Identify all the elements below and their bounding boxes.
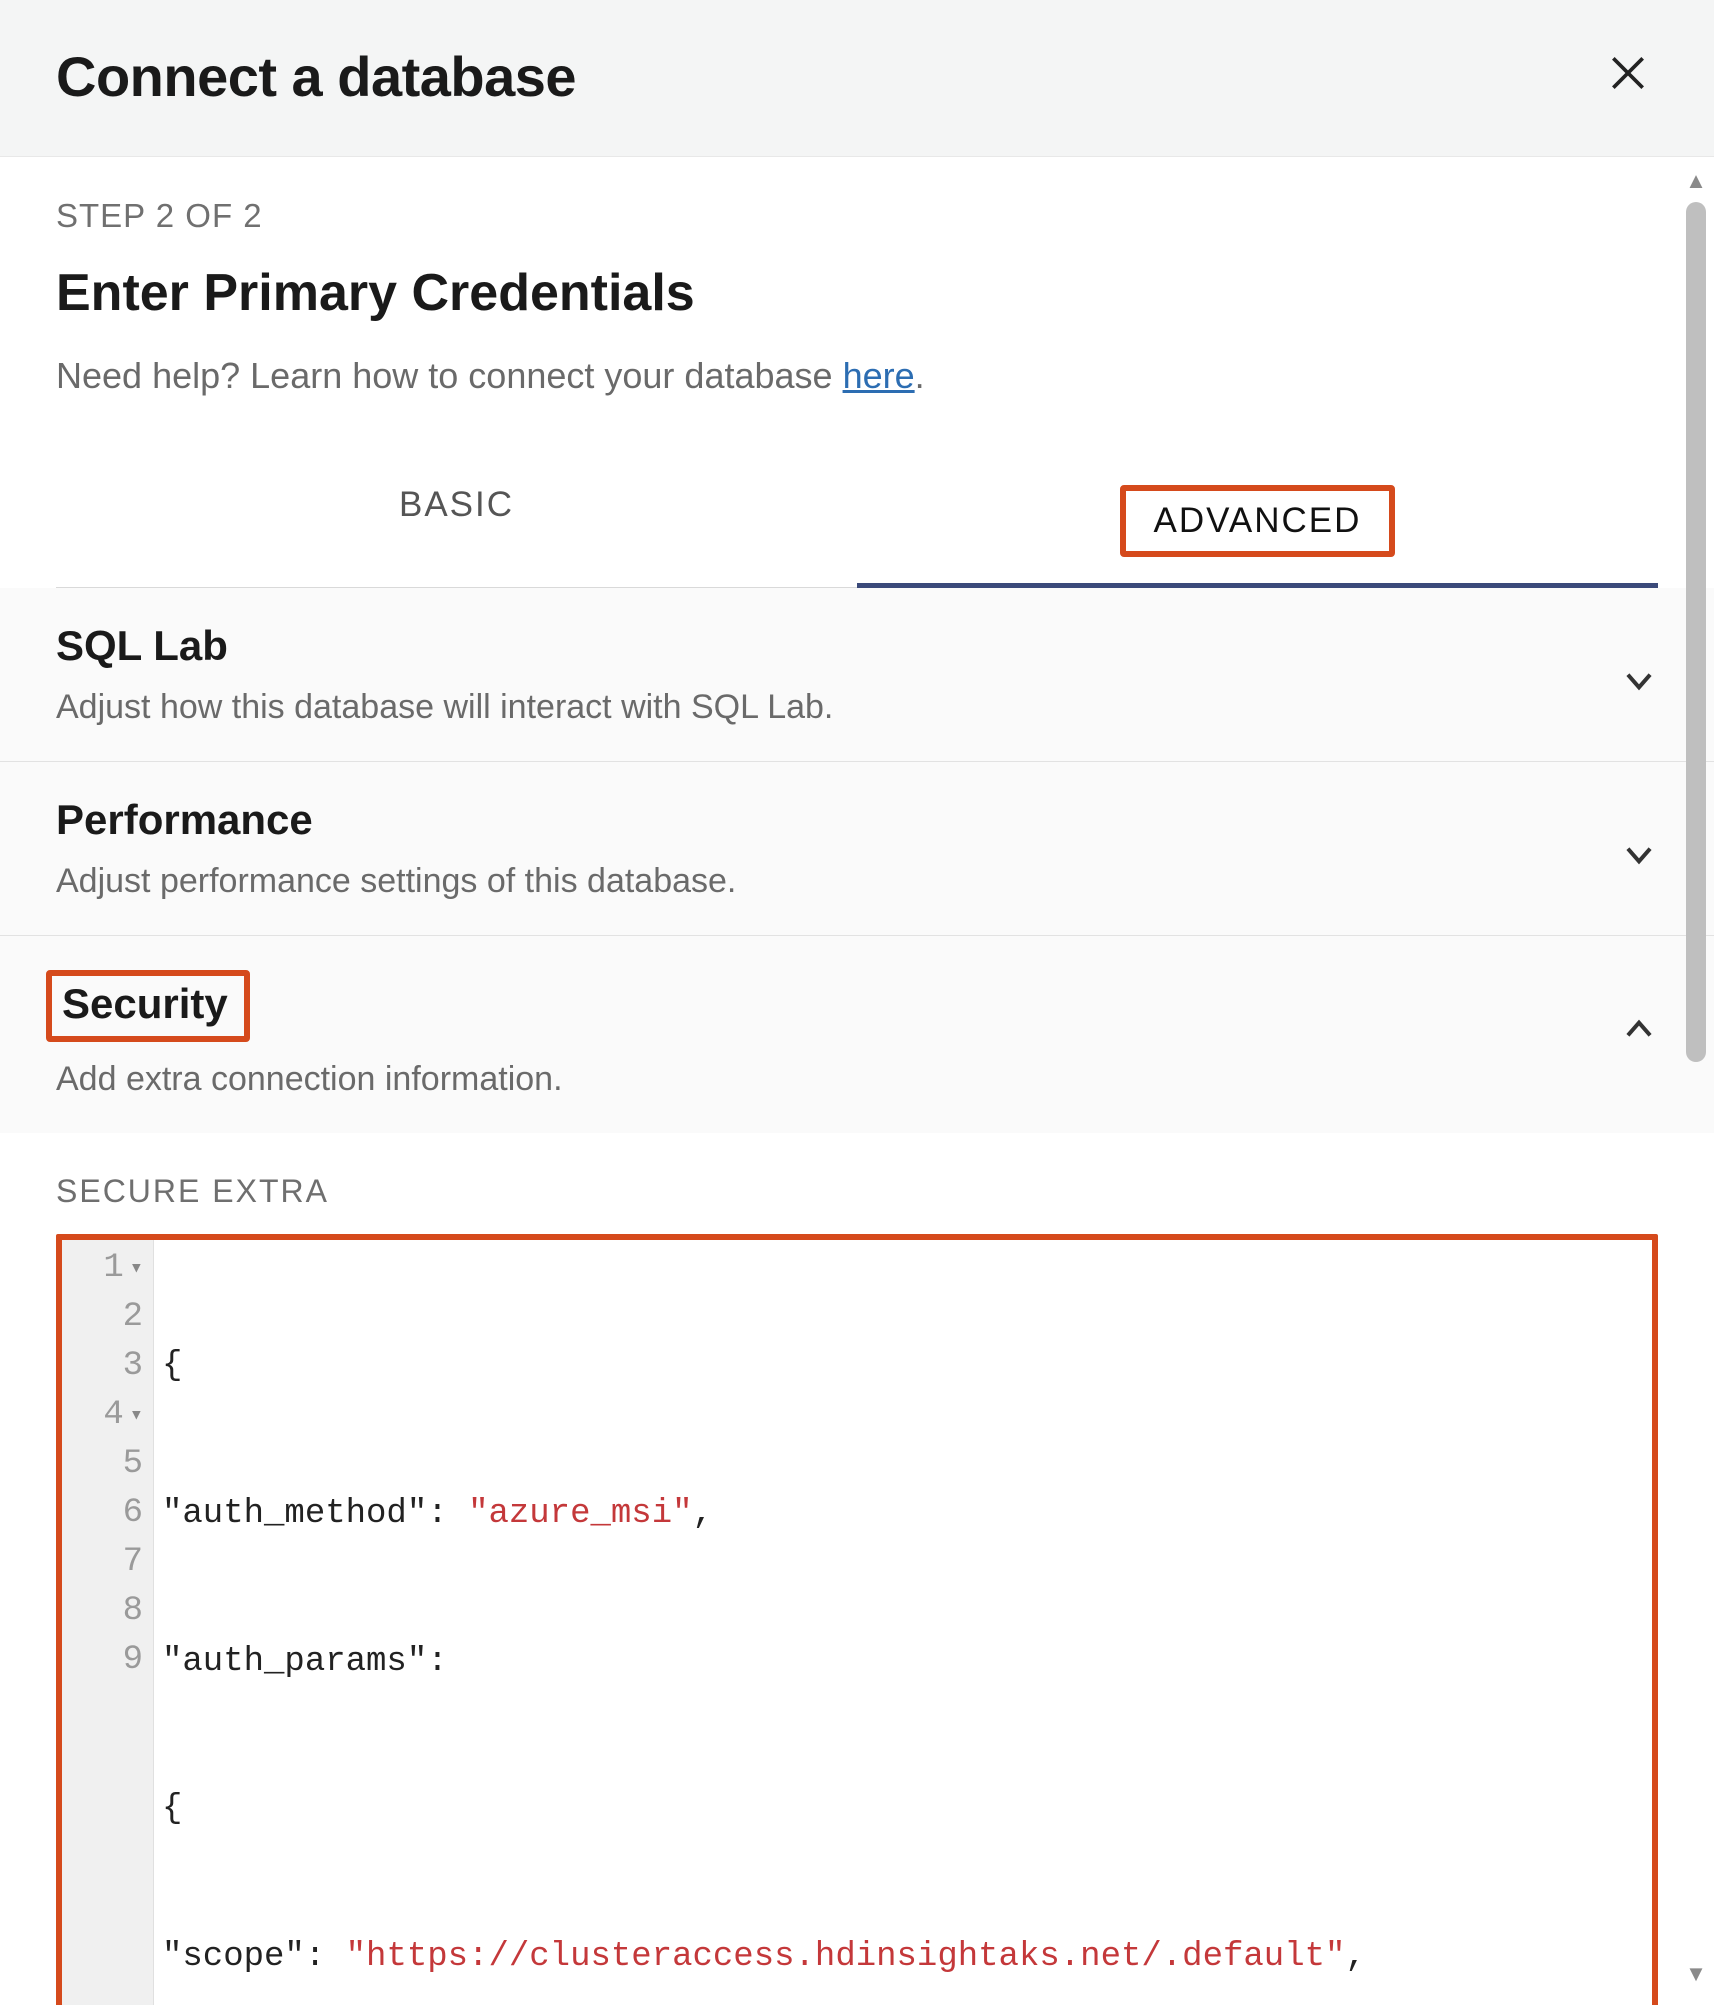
secure-extra-label: SECURE EXTRA xyxy=(56,1173,1658,1210)
scrollbar-thumb[interactable] xyxy=(1686,202,1706,1062)
gutter-6: 6 xyxy=(123,1489,143,1538)
accordion-sql-lab-title: SQL Lab xyxy=(56,622,833,670)
chevron-up-icon xyxy=(1620,1010,1658,1053)
tab-advanced-label: ADVANCED xyxy=(1120,485,1396,557)
tab-basic[interactable]: BASIC xyxy=(56,457,857,587)
gutter-3: 3 xyxy=(123,1342,143,1391)
code-l5-val: "https://clusteraccess.hdinsightaks.net/… xyxy=(346,1933,1346,1982)
modal-content: STEP 2 OF 2 Enter Primary Credentials Ne… xyxy=(0,157,1714,2005)
gutter-4: 4 xyxy=(103,1391,123,1440)
connect-database-modal: Connect a database STEP 2 OF 2 Enter Pri… xyxy=(0,0,1714,2005)
gutter-8: 8 xyxy=(123,1587,143,1636)
code-l3-key: "auth_params" xyxy=(162,1638,427,1687)
tabs: BASIC ADVANCED xyxy=(56,457,1658,588)
scrollbar-down-arrow-icon[interactable]: ▼ xyxy=(1685,1963,1707,1985)
advanced-accordion: SQL Lab Adjust how this database will in… xyxy=(0,588,1714,2005)
code-l1: { xyxy=(162,1342,182,1391)
accordion-sql-lab-desc: Adjust how this database will interact w… xyxy=(56,688,833,727)
code-l4: { xyxy=(162,1785,182,1834)
fold-icon[interactable]: ▾ xyxy=(130,1400,143,1432)
help-suffix: . xyxy=(915,355,925,396)
secure-extra-editor[interactable]: 1▾ 2 3 4▾ 5 6 7 8 9 { xyxy=(56,1234,1658,2005)
help-link[interactable]: here xyxy=(843,355,915,396)
accordion-sql-lab-header[interactable]: SQL Lab Adjust how this database will in… xyxy=(0,588,1714,761)
modal-header: Connect a database xyxy=(0,0,1714,157)
accordion-sql-lab: SQL Lab Adjust how this database will in… xyxy=(0,588,1714,761)
accordion-performance-title: Performance xyxy=(56,796,736,844)
code-gutter: 1▾ 2 3 4▾ 5 6 7 8 9 xyxy=(62,1240,154,2005)
accordion-performance: Performance Adjust performance settings … xyxy=(0,761,1714,935)
scrollbar-up-arrow-icon[interactable]: ▲ xyxy=(1685,170,1707,192)
subheader: Enter Primary Credentials xyxy=(56,263,1658,323)
modal-title: Connect a database xyxy=(56,44,576,109)
help-text: Need help? Learn how to connect your dat… xyxy=(56,355,1658,397)
chevron-down-icon xyxy=(1620,662,1658,705)
step-indicator: STEP 2 OF 2 xyxy=(56,197,1658,235)
code-l2-val: "azure_msi" xyxy=(468,1490,692,1539)
code-l5-key: "scope" xyxy=(162,1933,305,1982)
tab-advanced[interactable]: ADVANCED xyxy=(857,457,1658,587)
gutter-2: 2 xyxy=(123,1293,143,1342)
gutter-9: 9 xyxy=(123,1636,143,1685)
code-content[interactable]: { "auth_method": "azure_msi", "auth_para… xyxy=(154,1240,1652,2005)
tab-basic-label: BASIC xyxy=(399,485,514,524)
chevron-down-icon xyxy=(1620,836,1658,879)
gutter-5: 5 xyxy=(123,1440,143,1489)
accordion-security-header[interactable]: Security Add extra connection informatio… xyxy=(0,936,1714,1133)
accordion-performance-header[interactable]: Performance Adjust performance settings … xyxy=(0,762,1714,935)
gutter-7: 7 xyxy=(123,1538,143,1587)
gutter-1: 1 xyxy=(103,1244,123,1293)
accordion-security-body: SECURE EXTRA 1▾ 2 3 4▾ 5 6 7 8 xyxy=(0,1133,1714,2005)
vertical-scrollbar[interactable]: ▲ ▼ xyxy=(1682,170,1710,1985)
code-l2-key: "auth_method" xyxy=(162,1490,427,1539)
accordion-security: Security Add extra connection informatio… xyxy=(0,935,1714,2005)
close-icon xyxy=(1606,51,1650,95)
scroll-area: STEP 2 OF 2 Enter Primary Credentials Ne… xyxy=(0,157,1714,2005)
help-prefix: Need help? Learn how to connect your dat… xyxy=(56,355,843,396)
accordion-performance-desc: Adjust performance settings of this data… xyxy=(56,862,736,901)
fold-icon[interactable]: ▾ xyxy=(130,1253,143,1285)
close-button[interactable] xyxy=(1598,40,1658,112)
accordion-security-desc: Add extra connection information. xyxy=(56,1060,563,1099)
accordion-security-title: Security xyxy=(46,970,250,1042)
